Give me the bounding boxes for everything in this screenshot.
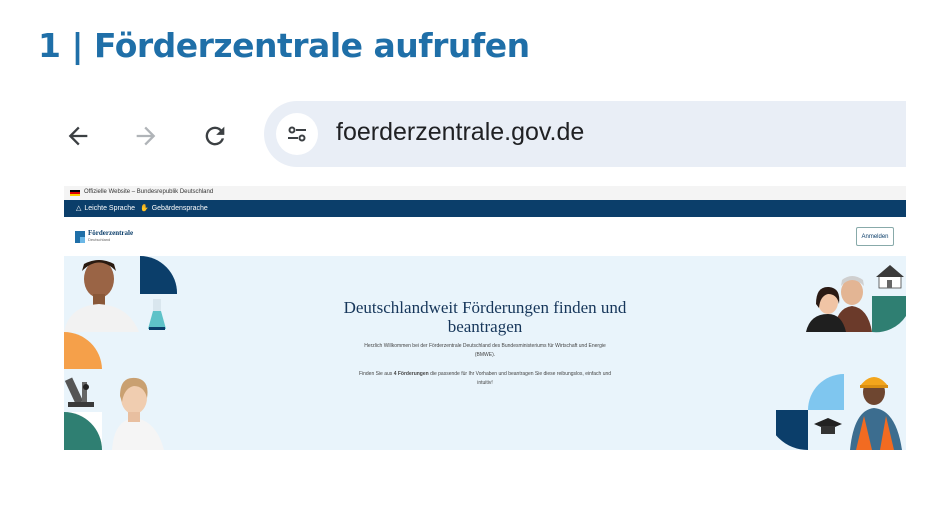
graduation-cap-illustration: [814, 418, 842, 434]
find-post: die passende für Ihr Vorhaben und beantr…: [428, 371, 612, 377]
welcome-line2: (BMWE).: [474, 352, 496, 358]
orange-half-shape: [64, 332, 102, 369]
url-text[interactable]: foerderzentrale.gov.de: [336, 118, 584, 147]
site-header: Förderzentrale Deutschland Anmelden: [64, 217, 906, 256]
logo-icon[interactable]: [75, 231, 85, 243]
house-illustration: [876, 265, 904, 289]
site-settings-button[interactable]: [276, 113, 318, 155]
sign-language-link[interactable]: ✋ Gebärdensprache: [140, 204, 208, 213]
microscope-illustration: [64, 377, 94, 407]
address-bar[interactable]: foerderzentrale.gov.de: [264, 101, 906, 167]
hero-find-text: Finden Sie aus 4 Förderungen die passend…: [314, 370, 656, 388]
navy-quarter-shape: [140, 256, 178, 294]
navy-bottom-shape: [776, 410, 808, 450]
login-button[interactable]: Anmelden: [856, 227, 894, 246]
logo-name[interactable]: Förderzentrale: [88, 229, 133, 237]
accessibility-bar: △ Leichte Sprache ✋ Gebärdensprache: [64, 200, 906, 217]
welcome-line1: Herzlich Willkommen bei der Förderzentra…: [364, 343, 606, 349]
slide-title: 1 | Förderzentrale aufrufen: [38, 26, 530, 65]
website-frame: Offizielle Website – Bundesrepublik Deut…: [64, 186, 906, 450]
forward-button[interactable]: [128, 118, 164, 154]
german-flag-icon: [70, 190, 80, 196]
find-count[interactable]: 4 Förderungen: [394, 371, 429, 377]
sign-language-icon: ✋: [140, 205, 149, 212]
hero-section: Deutschlandweit Förderungen finden und b…: [64, 256, 906, 450]
official-banner: Offizielle Website – Bundesrepublik Deut…: [64, 186, 906, 200]
hero-welcome-text: Herzlich Willkommen bei der Förderzentra…: [314, 342, 656, 360]
logo-subtitle: Deutschland: [88, 237, 111, 242]
tune-icon: [288, 126, 306, 142]
easy-language-label: Leichte Sprache: [84, 204, 135, 212]
official-banner-text: Offizielle Website – Bundesrepublik Deut…: [84, 189, 214, 195]
reload-button[interactable]: [197, 118, 233, 154]
reload-icon: [205, 126, 225, 146]
arrow-right-icon: [136, 126, 156, 146]
arrow-left-icon: [68, 126, 88, 146]
find-pre: Finden Sie aus: [358, 371, 394, 377]
easy-language-link[interactable]: △ Leichte Sprache: [76, 204, 135, 213]
easy-language-icon: △: [76, 205, 82, 212]
hero-right-graphics: [776, 265, 906, 450]
find-line2: intuitiv!: [477, 380, 493, 386]
back-button[interactable]: [60, 118, 96, 154]
hero-left-graphics: [64, 256, 178, 450]
senior-couple-illustration: [806, 276, 872, 332]
sign-language-label: Gebärdensprache: [151, 204, 208, 212]
scientist-illustration: [112, 377, 164, 450]
construction-worker-illustration: [850, 377, 902, 450]
